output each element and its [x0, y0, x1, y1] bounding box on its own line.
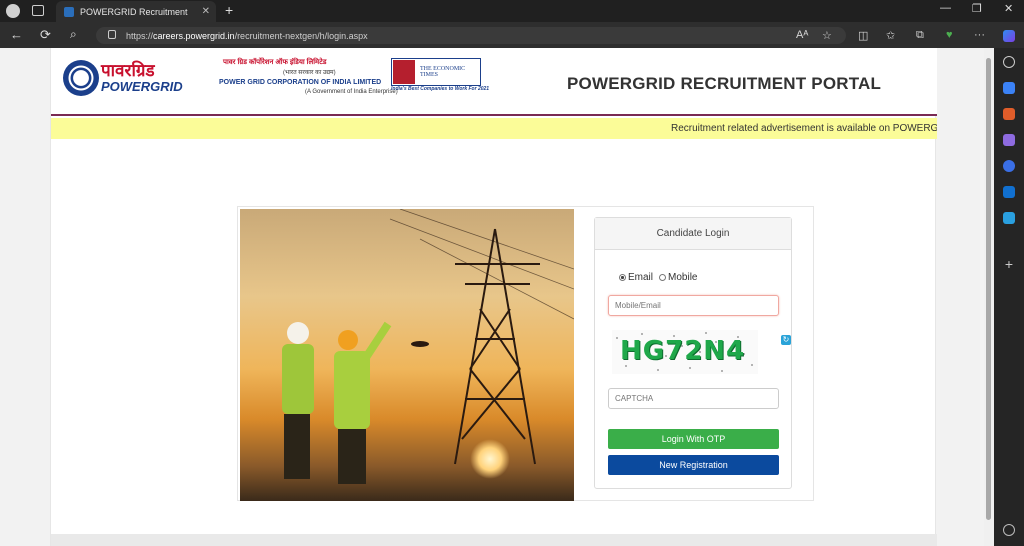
corp-government-note: (A Government of India Enterprise) — [305, 89, 398, 95]
captcha-input[interactable] — [608, 388, 779, 409]
radio-mobile[interactable]: Mobile — [659, 272, 697, 283]
captcha-refresh-icon[interactable]: ↻ — [781, 335, 791, 345]
web-viewport: पावरग्रिड POWERGRID पावर ग्रिड कॉर्पोरेश… — [0, 48, 994, 546]
tab-actions-icon[interactable] — [32, 5, 44, 16]
page-container: पावरग्रिड POWERGRID पावर ग्रिड कॉर्पोरेश… — [50, 48, 937, 546]
radio-mobile-label: Mobile — [668, 272, 698, 283]
tab-close-icon[interactable]: ✕ — [202, 6, 210, 17]
award-badge: THE ECONOMIC TIMES — [391, 58, 481, 86]
mobile-email-input[interactable] — [608, 295, 779, 316]
photo-illustration — [282, 209, 574, 484]
search-sidebar-icon[interactable] — [1003, 56, 1015, 68]
copilot-icon[interactable] — [1003, 30, 1015, 42]
portal-title: POWERGRID RECRUITMENT PORTAL — [567, 74, 882, 93]
powergrid-emblem-icon[interactable] — [63, 60, 99, 96]
maximize-button[interactable]: ❐ — [972, 2, 982, 15]
logo-hindi-text: पावरग्रिड — [101, 61, 155, 80]
login-type-radios: Email Mobile — [619, 272, 697, 283]
candidate-login-panel: Candidate Login Email Mobile Mobile/Emai… — [594, 217, 792, 489]
sidebar-settings-icon[interactable] — [1003, 524, 1015, 536]
corp-name-english: POWER GRID CORPORATION OF INDIA LIMITED — [219, 79, 382, 86]
more-menu-icon[interactable]: ··· — [974, 29, 985, 41]
back-button[interactable]: ← — [10, 27, 23, 42]
announcement-marquee[interactable]: Recruitment related advertisement is ava… — [51, 118, 937, 139]
logo-english-text: POWERGRID — [101, 79, 183, 94]
radio-email-dot[interactable] — [619, 273, 626, 281]
lock-icon[interactable] — [108, 30, 116, 39]
edge-sidebar: + — [994, 30, 1024, 546]
login-card: Candidate Login Email Mobile Mobile/Emai… — [237, 206, 814, 501]
radio-email-label: Email — [628, 272, 654, 283]
sunset-glow — [470, 439, 510, 479]
address-bar[interactable]: https://careers.powergrid.in/recruitment… — [96, 27, 846, 44]
profile-avatar[interactable] — [6, 4, 20, 18]
new-tab-button[interactable]: + — [225, 2, 233, 18]
tools-icon[interactable] — [1003, 108, 1015, 120]
minimize-button[interactable]: — — [940, 2, 951, 14]
engineers-tower-photo — [240, 209, 574, 501]
new-registration-button[interactable]: New Registration — [608, 455, 779, 475]
reload-button[interactable]: ⟳ — [40, 27, 51, 43]
corp-sub-hindi: (भारत सरकार का उद्यम) — [283, 70, 336, 76]
read-aloud-icon[interactable]: Aᴬ — [796, 29, 808, 41]
url-host: careers.powergrid.in — [153, 30, 235, 41]
award-subtitle: India's Best Companies to Work For 2021 — [391, 86, 490, 92]
browser-essentials-icon[interactable]: ♥ — [946, 29, 953, 41]
login-heading: Candidate Login — [595, 218, 791, 250]
site-favicon-icon — [64, 6, 74, 17]
collections-icon[interactable]: ⧉ — [916, 29, 924, 42]
games-icon[interactable] — [1003, 134, 1015, 146]
browser-tab-bar: POWERGRID Recruitment ✕ + — ❐ ✕ — [0, 0, 1024, 22]
shopping-tag-icon[interactable] — [1003, 82, 1015, 94]
search-icon[interactable]: ⌕ — [70, 27, 77, 42]
worker-left — [282, 322, 314, 479]
favorite-star-icon[interactable]: ☆ — [822, 29, 832, 42]
marquee-text: Recruitment related advertisement is ava… — [671, 123, 937, 134]
split-screen-icon[interactable]: ◫ — [858, 29, 868, 42]
site-header: पावरग्रिड POWERGRID पावर ग्रिड कॉर्पोरेश… — [51, 48, 937, 116]
microsoft-365-icon[interactable] — [1003, 160, 1015, 172]
captcha-text: HG72N4 — [620, 336, 746, 366]
login-with-otp-button[interactable]: Login With OTP — [608, 429, 779, 449]
outlook-icon[interactable] — [1003, 186, 1015, 198]
captcha-image: HG72N4 — [612, 330, 758, 374]
radio-email[interactable]: Email — [619, 272, 653, 283]
drop-icon[interactable] — [1003, 212, 1015, 224]
tab-title: POWERGRID Recruitment — [80, 6, 188, 17]
page-footer-strip — [51, 534, 937, 546]
radio-mobile-dot[interactable] — [659, 273, 667, 281]
page-scrollbar-thumb[interactable] — [986, 58, 991, 520]
url-scheme: https:// — [126, 30, 154, 41]
favorites-icon[interactable]: ✩ — [886, 29, 895, 42]
corp-name-hindi: पावर ग्रिड कॉर्पोरेशन ऑफ इंडिया लिमिटेड — [223, 59, 327, 66]
tab-powergrid[interactable]: POWERGRID Recruitment ✕ — [56, 1, 216, 22]
award-title: THE ECONOMIC TIMES — [420, 66, 466, 78]
url-path: /recruitment-nextgen/h/login.aspx — [234, 30, 368, 41]
close-window-button[interactable]: ✕ — [1004, 2, 1013, 15]
worker-right — [334, 321, 392, 484]
add-sidebar-app-icon[interactable]: + — [1003, 257, 1015, 271]
